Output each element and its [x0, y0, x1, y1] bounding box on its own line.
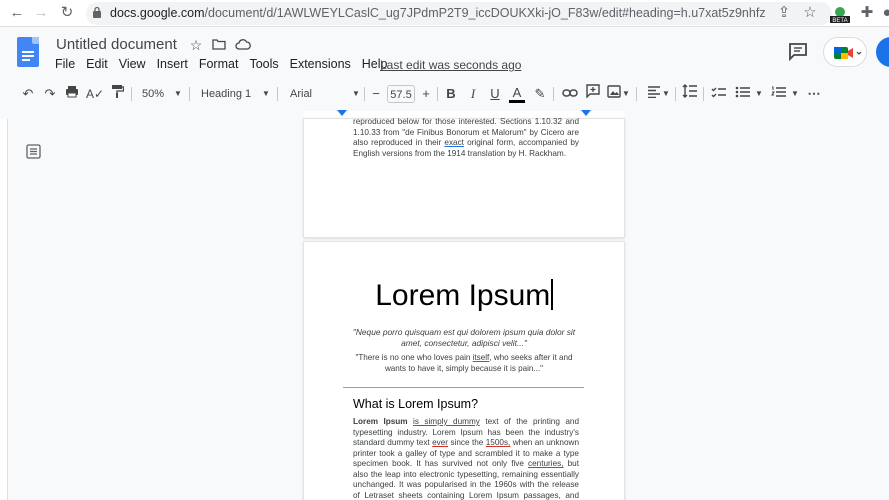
- plain-quote: "There is no one who loves pain itself, …: [355, 353, 573, 373]
- extensions-puzzle-icon[interactable]: ✚: [858, 3, 876, 23]
- grammar-suggestion[interactable]: exact: [444, 138, 464, 147]
- url-path: /document/d/1AWLWEYLCaslC_ug7JPdmP2T9_ic…: [204, 6, 766, 20]
- underline-icon[interactable]: U: [487, 84, 503, 104]
- horizontal-rule: [343, 387, 584, 388]
- font-value: Arial: [290, 88, 313, 100]
- profile-icon[interactable]: ●: [878, 3, 889, 23]
- menu-view[interactable]: View: [119, 57, 146, 75]
- grammar-suggestion[interactable]: itself: [473, 353, 490, 362]
- reload-icon[interactable]: ↻: [58, 4, 76, 22]
- line-spacing-icon[interactable]: [681, 84, 699, 104]
- menu-bar: File Edit View Insert Format Tools Exten…: [55, 57, 399, 75]
- increase-font-size-icon[interactable]: +: [418, 84, 434, 104]
- meet-button[interactable]: [823, 37, 867, 67]
- chevron-down-icon[interactable]: ▼: [662, 84, 670, 104]
- spellcheck-icon[interactable]: A✓: [86, 84, 104, 104]
- document-page-2[interactable]: Lorem Ipsum "Neque porro quisquam est qu…: [304, 242, 624, 500]
- docs-logo-icon[interactable]: [17, 37, 39, 67]
- comment-history-icon[interactable]: [787, 41, 809, 61]
- document-outline-icon[interactable]: [26, 144, 41, 159]
- beta-label: BETA: [832, 18, 847, 24]
- font-size-value: 57.5: [390, 89, 412, 101]
- star-icon[interactable]: ☆: [188, 36, 204, 54]
- font-select[interactable]: Arial: [290, 84, 312, 104]
- formatting-toolbar: ↶ ↷ A✓ 50% ▼ Heading 1 ▼ Arial ▼ − 57.5 …: [0, 81, 889, 107]
- chevron-down-icon[interactable]: ▼: [352, 84, 360, 104]
- highlight-color-icon[interactable]: ✎: [532, 84, 548, 104]
- undo-icon[interactable]: ↶: [19, 84, 37, 104]
- body-paragraph: Lorem Ipsum is simply dummy text of the …: [353, 417, 579, 500]
- menu-insert[interactable]: Insert: [157, 57, 188, 75]
- text-color-icon[interactable]: A: [509, 84, 525, 103]
- decrease-font-size-icon[interactable]: −: [368, 84, 384, 104]
- zoom-select[interactable]: 50%: [142, 84, 164, 104]
- chevron-down-icon[interactable]: ▼: [262, 84, 270, 104]
- document-title[interactable]: Untitled document: [56, 36, 177, 53]
- share-page-icon[interactable]: ⇪: [775, 3, 793, 23]
- url-host: docs.google.com: [110, 6, 205, 20]
- chevron-down-icon[interactable]: ▼: [622, 84, 630, 104]
- style-select[interactable]: Heading 1: [201, 84, 251, 104]
- bulleted-list-icon[interactable]: [734, 84, 752, 104]
- url-field[interactable]: docs.google.com/document/d/1AWLWEYLCaslC…: [86, 2, 832, 25]
- spelling-suggestion[interactable]: ever: [432, 438, 448, 447]
- paragraph-style-value: Heading 1: [201, 88, 252, 100]
- chevron-down-icon[interactable]: ▼: [755, 84, 763, 104]
- menu-edit[interactable]: Edit: [86, 57, 108, 75]
- spelling-suggestion[interactable]: 1500s,: [486, 438, 511, 447]
- font-size-input[interactable]: 57.5: [387, 85, 415, 103]
- vertical-ruler[interactable]: [0, 119, 8, 500]
- beta-extension-icon[interactable]: BETA: [829, 3, 851, 24]
- left-indent-marker[interactable]: [337, 110, 347, 116]
- back-arrow-icon[interactable]: ←: [8, 4, 26, 22]
- meet-icon: [834, 47, 862, 59]
- url-text: docs.google.com/document/d/1AWLWEYLCaslC…: [110, 6, 766, 20]
- chevron-down-icon[interactable]: ▼: [791, 84, 799, 104]
- more-options-icon[interactable]: ⋯: [805, 84, 823, 104]
- spelling-suggestion[interactable]: is simply dummy: [413, 417, 480, 426]
- right-indent-marker[interactable]: [581, 110, 591, 116]
- insert-link-icon[interactable]: [561, 84, 579, 104]
- menu-file[interactable]: File: [55, 57, 75, 75]
- insert-image-icon[interactable]: [606, 84, 622, 104]
- browser-address-bar: ← → ↻ docs.google.com/document/d/1AWLWEY…: [0, 0, 889, 27]
- italic-icon[interactable]: I: [465, 84, 481, 104]
- menu-format[interactable]: Format: [199, 57, 239, 75]
- print-icon[interactable]: [63, 84, 81, 104]
- add-comment-icon[interactable]: [584, 84, 602, 104]
- zoom-value: 50%: [142, 88, 165, 100]
- menu-tools[interactable]: Tools: [249, 57, 278, 75]
- move-folder-icon[interactable]: [211, 36, 227, 54]
- text-cursor: [551, 279, 553, 310]
- checklist-icon[interactable]: [710, 84, 728, 104]
- body-paragraph: reproduced below for those interested. S…: [353, 117, 580, 158]
- last-edit-link[interactable]: Last edit was seconds ago: [380, 58, 521, 72]
- italic-quote: "Neque porro quisquam est qui dolorem ip…: [352, 327, 576, 348]
- lock-icon: [93, 6, 101, 18]
- numbered-list-icon[interactable]: [770, 84, 788, 104]
- spelling-suggestion[interactable]: centuries,: [528, 459, 564, 468]
- menu-extensions[interactable]: Extensions: [290, 57, 351, 75]
- cloud-status-icon[interactable]: [235, 36, 251, 54]
- paint-format-icon[interactable]: [108, 84, 126, 104]
- heading-2: What is Lorem Ipsum?: [353, 397, 479, 411]
- share-button[interactable]: [876, 37, 889, 67]
- bold-icon[interactable]: B: [443, 84, 459, 104]
- document-page-1[interactable]: reproduced below for those interested. S…: [304, 117, 624, 237]
- forward-arrow-icon[interactable]: →: [32, 4, 50, 22]
- heading-1: Lorem Ipsum: [304, 279, 624, 313]
- bold-term: Lorem Ipsum: [353, 417, 408, 426]
- bookmark-star-icon[interactable]: ☆: [801, 3, 819, 23]
- chevron-down-icon[interactable]: ▼: [174, 84, 182, 104]
- align-left-icon[interactable]: [645, 84, 663, 104]
- redo-icon[interactable]: ↷: [41, 84, 59, 104]
